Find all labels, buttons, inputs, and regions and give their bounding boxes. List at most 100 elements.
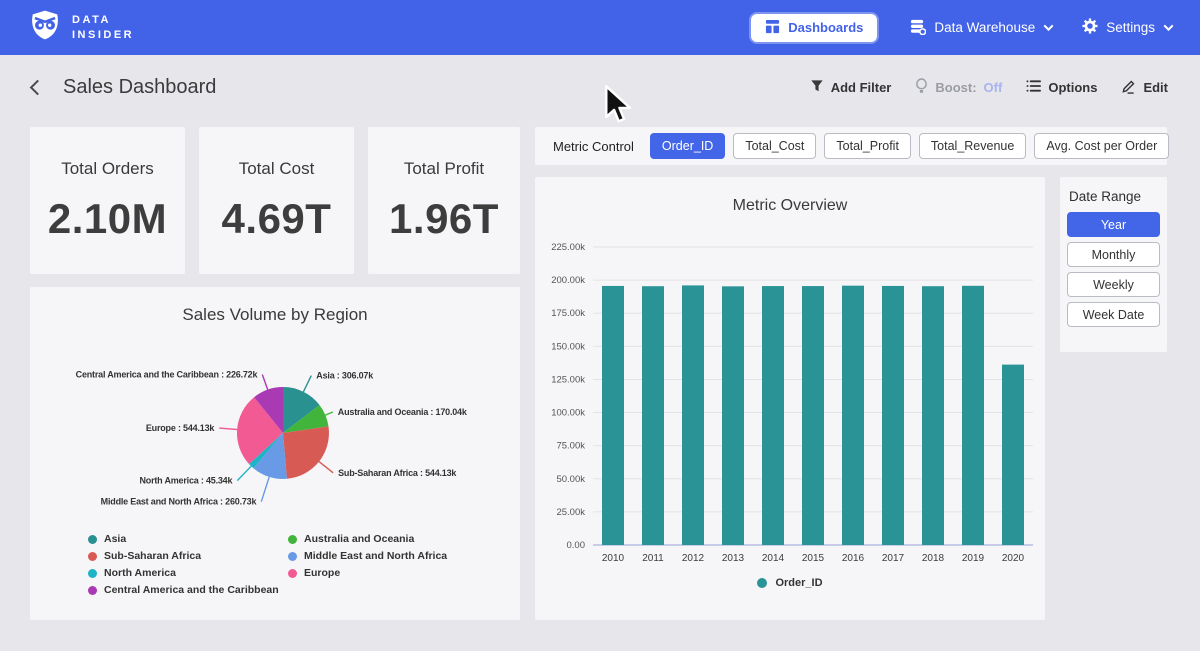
x-axis-tick: 2014 [762,553,785,564]
y-axis-tick: 0.00 [567,540,586,551]
edit-pencil-icon [1121,79,1136,97]
y-axis-tick: 150.00k [551,341,585,352]
y-axis-tick: 100.00k [551,408,585,419]
metric-control-label: Metric Control [553,139,634,154]
bar-2015[interactable] [802,286,824,545]
bar-2014[interactable] [762,286,784,545]
pie-slice-label: Europe : 544.13k [146,423,216,433]
pie-label-line [219,428,237,429]
kpi-label: Total Orders [61,159,154,179]
bar-2017[interactable] [882,286,904,545]
options-button[interactable]: Options [1026,79,1097,96]
bar-2010[interactable] [602,286,624,545]
kpi-label: Total Profit [404,159,484,179]
kpi-label: Total Cost [239,159,315,179]
edit-button[interactable]: Edit [1121,79,1168,97]
pie-slice-label: North America : 45.34k [139,476,233,486]
add-filter-button[interactable]: Add Filter [810,79,892,96]
bar-2018[interactable] [922,286,944,545]
bar-chart-title: Metric Overview [535,197,1045,215]
bar-2020[interactable] [1002,365,1024,545]
kpi-card-total-orders: Total Orders 2.10M [30,127,185,274]
legend-dot [88,552,97,561]
y-axis-tick: 175.00k [551,308,585,319]
legend-label: Australia and Oceania [304,533,414,545]
kpi-card-total-profit: Total Profit 1.96T [368,127,520,274]
pie-chart-title: Sales Volume by Region [30,305,520,325]
bar-2019[interactable] [962,286,984,545]
pie-slice-label: Sub-Saharan Africa : 544.13k [338,468,457,478]
pie-chart: Asia : 306.07kAustralia and Oceania : 17… [30,327,520,527]
brand-name: DATA INSIDER [72,13,134,43]
x-axis-tick: 2016 [842,553,865,564]
nav-data-warehouse-label: Data Warehouse [934,20,1035,35]
nav-data-warehouse[interactable]: Data Warehouse [909,18,1052,38]
metric-button-avg-cost-per-order[interactable]: Avg. Cost per Order [1034,133,1169,159]
bar-2011[interactable] [642,286,664,545]
sales-volume-chart-card: Sales Volume by Region Asia : 306.07kAus… [30,287,520,620]
date-range-button-year[interactable]: Year [1067,212,1160,237]
legend-dot [288,569,297,578]
y-axis-tick: 50.00k [556,474,585,485]
legend-dot [288,535,297,544]
bar-chart-legend[interactable]: Order_ID [535,577,1045,589]
legend-label: North America [104,567,176,579]
metric-button-total-cost[interactable]: Total_Cost [733,133,816,159]
legend-dot [88,535,97,544]
legend-label: Central America and the Caribbean [104,584,279,596]
pie-label-line [261,477,269,502]
date-range-button-week-date[interactable]: Week Date [1067,302,1160,327]
kpi-card-total-cost: Total Cost 4.69T [199,127,354,274]
pie-legend-item-europe[interactable]: Europe [288,567,447,579]
pie-slice-label: Asia : 306.07k [316,371,374,381]
pie-chart-legend: Asia Sub-Saharan Africa North America Centr… [88,533,447,596]
legend-label: Europe [304,567,340,579]
top-navbar: DATA INSIDER Dashboards [0,0,1200,55]
gear-icon [1082,18,1098,37]
brand[interactable]: DATA INSIDER [28,8,134,47]
metric-button-group: Order_ID Total_Cost Total_Profit Total_Reve… [650,133,1169,159]
bar-2016[interactable] [842,286,864,545]
database-icon [909,18,926,38]
legend-label: Asia [104,533,126,545]
metric-button-total-revenue[interactable]: Total_Revenue [919,133,1026,159]
pie-label-line [303,376,311,392]
metric-button-order-id[interactable]: Order_ID [650,133,725,159]
nav-settings[interactable]: Settings [1082,18,1172,37]
metric-button-total-profit[interactable]: Total_Profit [824,133,911,159]
pie-slice-label: Central America and the Caribbean : 226.… [76,370,259,380]
legend-label: Order_ID [775,577,822,589]
pie-legend-item-middle-east-and-north-africa[interactable]: Middle East and North Africa [288,550,447,562]
legend-dot [757,578,767,588]
bar-2012[interactable] [682,285,704,545]
back-button[interactable] [30,80,46,96]
pie-label-line [237,466,251,480]
pie-label-line [325,412,332,415]
bar-2013[interactable] [722,286,744,545]
bar-chart: 225.00k200.00k175.00k150.00k125.00k100.0… [535,177,1045,620]
x-axis-tick: 2012 [682,553,705,564]
x-axis-tick: 2015 [802,553,825,564]
x-axis-tick: 2011 [642,553,664,564]
boost-rocket-icon [915,78,928,97]
pie-legend-item-north-america[interactable]: North America [88,567,288,579]
pie-legend-item-asia[interactable]: Asia [88,533,288,545]
dashboard-page: DATA INSIDER Dashboards [0,0,1200,651]
date-range-button-weekly[interactable]: Weekly [1067,272,1160,297]
pie-slice-sub-saharan-africa[interactable] [283,426,329,478]
x-axis-tick: 2017 [882,553,905,564]
y-axis-tick: 125.00k [551,374,585,385]
chevron-down-icon [1164,21,1174,31]
pie-legend-item-central-america-and-the-caribbean[interactable]: Central America and the Caribbean [88,584,288,596]
nav-dashboards-button[interactable]: Dashboards [749,12,879,44]
nav-dashboards-label: Dashboards [788,20,863,35]
pie-legend-item-australia-and-oceania[interactable]: Australia and Oceania [288,533,447,545]
kpi-value: 1.96T [389,195,499,243]
pie-slice-label: Middle East and North Africa : 260.73k [101,497,258,507]
date-range-button-monthly[interactable]: Monthly [1067,242,1160,267]
pie-label-line [262,375,267,390]
boost-toggle[interactable]: Boost: Off [915,78,1002,97]
kpi-value: 4.69T [222,195,332,243]
pie-label-line [319,462,333,473]
pie-legend-item-sub-saharan-africa[interactable]: Sub-Saharan Africa [88,550,288,562]
